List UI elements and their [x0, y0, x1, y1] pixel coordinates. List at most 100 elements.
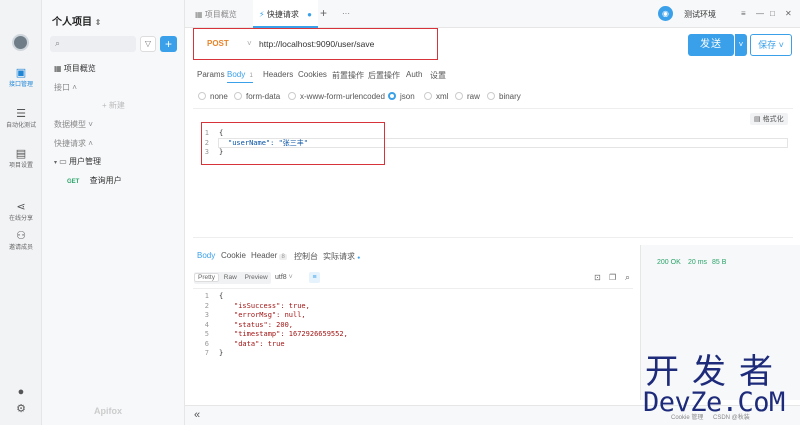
copy-icon[interactable]: ❐	[609, 273, 616, 282]
api-icon: ▣	[15, 67, 27, 79]
lightning-icon: ⚡	[259, 10, 265, 19]
response-size: 85 B	[712, 259, 727, 266]
avatar[interactable]	[12, 34, 29, 51]
new-tab-button[interactable]: +	[320, 6, 327, 20]
bell-icon: ●	[17, 386, 25, 398]
rail-item-share[interactable]: ⋖ 在线分享	[0, 201, 42, 223]
response-tabs: Body Cookie Header 8 控制台 实际请求 ●	[193, 245, 633, 265]
radio-urlencoded[interactable]: x-www-form-urlencoded	[288, 92, 385, 101]
rail-item-label: 邀请成员	[8, 245, 33, 251]
body-count-badge: 1	[249, 73, 253, 79]
tab-headers[interactable]: Headers	[263, 70, 293, 79]
code-line: {	[219, 292, 224, 300]
radio-dot	[198, 92, 206, 100]
grid-icon: ▦	[195, 10, 203, 19]
line-number: 5	[204, 330, 209, 338]
chevron-updown-icon: ⇕	[94, 18, 102, 27]
rail-item-project-settings[interactable]: ▤ 项目设置	[0, 148, 42, 170]
view-pretty[interactable]: Pretty	[194, 273, 219, 282]
rail-item-api-management[interactable]: ▣ 接口管理	[0, 67, 42, 89]
save-button[interactable]: 保存 ˅	[750, 34, 792, 56]
method-badge: GET	[67, 179, 80, 185]
chevron-down-icon: ˅	[288, 274, 293, 281]
settings-box-icon: ▤	[15, 148, 27, 160]
line-number: 2	[204, 301, 209, 310]
line-number: 3	[204, 311, 209, 319]
tab-settings[interactable]: 设置	[430, 70, 446, 81]
tab-params[interactable]: Params	[197, 70, 225, 79]
save-response-icon[interactable]: ⊡	[594, 273, 601, 282]
search-input[interactable]: ⌕	[50, 36, 136, 52]
code-line: "timestamp": 1672926659552,	[234, 330, 348, 338]
radio-xml[interactable]: xml	[424, 92, 448, 101]
new-item-button[interactable]: + 新建	[102, 100, 125, 111]
left-rail: ▣ 接口管理 ☰ 自动化测试 ▤ 项目设置 ⋖ 在线分享 ⚇ 邀请成员 ● ⚙	[0, 0, 42, 425]
view-raw[interactable]: Raw	[221, 274, 240, 281]
tab-response-cookie[interactable]: Cookie	[221, 251, 246, 260]
settings-button[interactable]: ⚙	[0, 403, 42, 417]
layers-icon: ☰	[16, 108, 26, 120]
env-selector[interactable]: 测试环境	[684, 9, 716, 20]
line-number: 4	[204, 320, 209, 329]
grid-icon: ▦	[54, 64, 62, 73]
radio-none[interactable]: none	[198, 92, 228, 101]
code-line: "isSuccess": true,	[234, 301, 310, 310]
wrap-toggle-icon[interactable]: ≡	[309, 272, 320, 283]
folder-user-management[interactable]: ▾ ▭ 用户管理	[54, 156, 101, 167]
radio-binary[interactable]: binary	[487, 92, 521, 101]
minimize-button[interactable]: —	[756, 9, 764, 18]
dot-icon: ●	[357, 255, 361, 261]
project-sidebar: 个人项目 ⇕ ⌕ ▽ + ▦ 项目概览 接口 ˄ + 新建 数据模型 ˅ 快捷请…	[42, 0, 185, 425]
tab-auth[interactable]: Auth	[406, 70, 422, 79]
tab-project-overview[interactable]: ▦ 项目概览	[195, 9, 237, 20]
watermark-en: DevZe.CoM	[643, 387, 785, 418]
add-button[interactable]: +	[160, 36, 177, 52]
code-line: }	[219, 349, 224, 357]
env-menu-icon[interactable]: ≡	[741, 9, 746, 18]
status-code: 200 OK	[657, 259, 681, 266]
radio-raw[interactable]: raw	[455, 92, 480, 101]
filter-button[interactable]: ▽	[140, 36, 156, 52]
search-icon[interactable]: ⌕	[625, 272, 630, 283]
encoding-select[interactable]: utf8 ˅	[275, 274, 293, 281]
send-button[interactable]: 发送	[688, 34, 734, 56]
close-button[interactable]: ✕	[785, 9, 792, 18]
radio-json[interactable]: json	[388, 92, 415, 101]
rail-item-label: 项目设置	[8, 163, 33, 169]
view-preview[interactable]: Preview	[242, 274, 271, 281]
request-item[interactable]: GET 查询用户	[67, 175, 122, 186]
url-highlight-box	[193, 28, 438, 60]
env-icon[interactable]: ◉	[658, 6, 673, 21]
tab-quick-request[interactable]: ⚡ 快捷请求 ●	[253, 0, 318, 28]
tab-body[interactable]: Body 1	[227, 70, 253, 83]
tab-actual-request[interactable]: 实际请求 ●	[323, 251, 360, 262]
notification-bell[interactable]: ●	[0, 386, 42, 400]
code-line: "errorMsg": null,	[234, 311, 306, 319]
collapse-icon[interactable]: «	[194, 409, 200, 421]
tab-response-body[interactable]: Body	[197, 251, 215, 260]
format-button[interactable]: ▤ 格式化	[750, 113, 788, 125]
gear-icon: ⚙	[16, 403, 26, 415]
rail-item-label: 自动化测试	[5, 123, 36, 129]
tab-post-operation[interactable]: 后置操作	[368, 70, 400, 81]
tab-pre-operation[interactable]: 前置操作	[332, 70, 364, 81]
folder-icon: ▭	[59, 157, 67, 166]
sidebar-section-quick-request[interactable]: 快捷请求 ˄	[54, 138, 93, 149]
tab-response-header[interactable]: Header 8	[251, 251, 287, 260]
rail-item-invite[interactable]: ⚇ 邀请成员	[0, 230, 42, 252]
rail-item-automation[interactable]: ☰ 自动化测试	[0, 108, 42, 130]
project-title[interactable]: 个人项目 ⇕	[52, 13, 101, 28]
sidebar-item-overview[interactable]: ▦ 项目概览	[54, 63, 96, 74]
more-tabs-button[interactable]: ···	[342, 9, 350, 18]
sidebar-section-api[interactable]: 接口 ˄	[54, 82, 77, 93]
chevron-up-icon: ˄	[72, 83, 77, 92]
tab-console[interactable]: 控制台	[294, 251, 318, 262]
send-options-button[interactable]: ˅	[735, 34, 747, 56]
tab-cookies[interactable]: Cookies	[298, 70, 327, 79]
maximize-button[interactable]: □	[770, 9, 775, 18]
radio-form-data[interactable]: form-data	[234, 92, 280, 101]
radio-dot	[234, 92, 242, 100]
sidebar-section-data-model[interactable]: 数据模型 ˅	[54, 119, 93, 130]
chevron-down-icon: ˅	[778, 40, 784, 50]
tab-bar: ▦ 项目概览 ⚡ 快捷请求 ● + ··· ◉ 测试环境 ≡ — □ ✕	[185, 0, 800, 28]
